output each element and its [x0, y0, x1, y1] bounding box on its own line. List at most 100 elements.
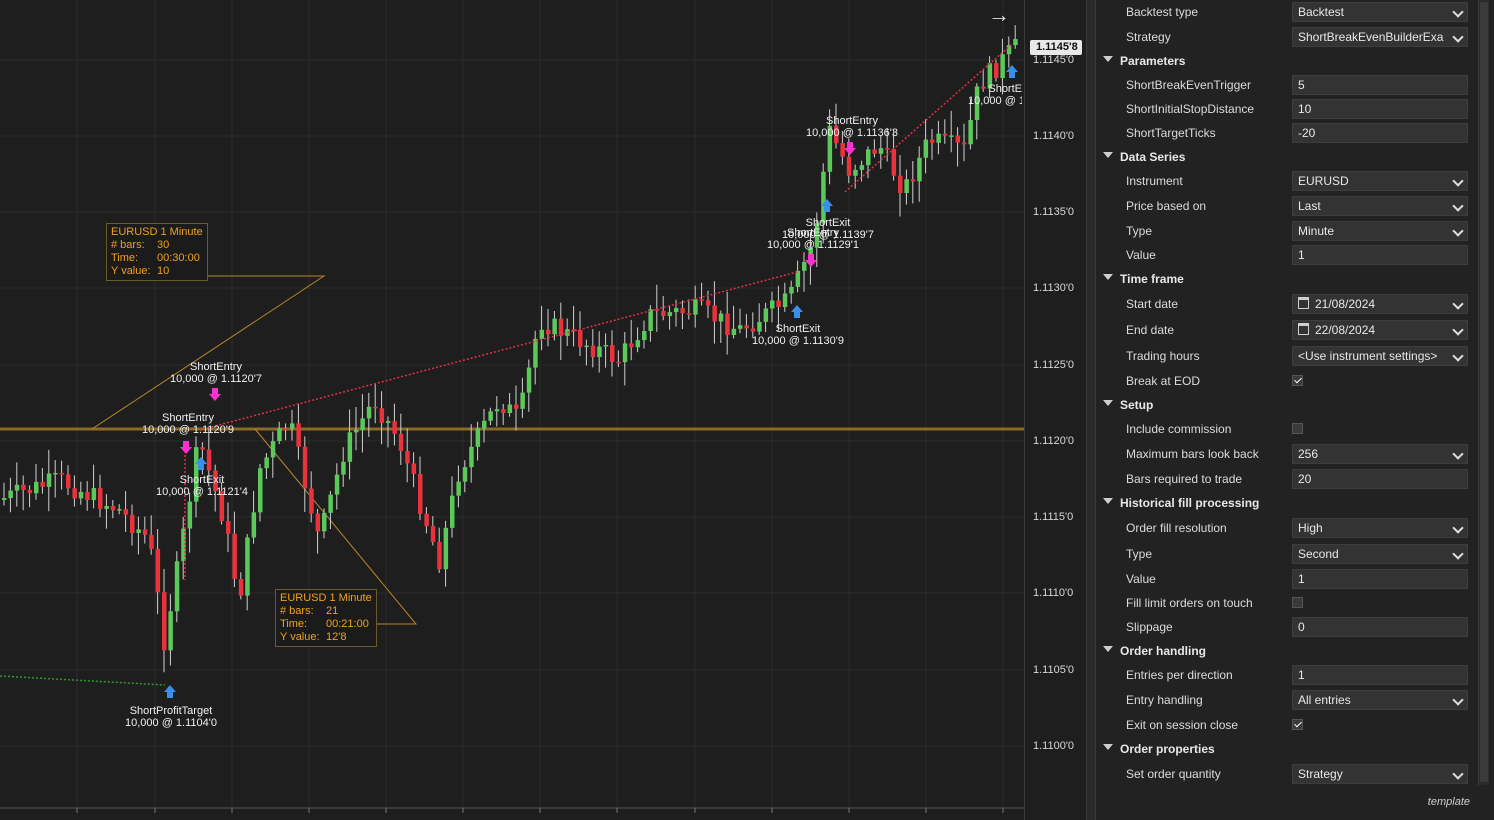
trade-marker-label: ShortExit 10,000 @ 1.1121'4 [156, 474, 248, 498]
maximum-bars-look-back-dropdown[interactable]: 256 [1292, 444, 1468, 464]
property-label: Order handling [1120, 644, 1207, 658]
shortbreakeventrigger-input[interactable]: 5 [1292, 75, 1468, 95]
chevron-down-icon[interactable] [1452, 448, 1464, 460]
candle-body [795, 270, 801, 287]
chevron-down-icon[interactable] [1103, 498, 1113, 504]
candle-body [949, 135, 954, 137]
property-label: Time frame [1120, 272, 1184, 286]
price-based-on-dropdown[interactable]: Last [1292, 196, 1468, 216]
candle-body [14, 484, 20, 491]
candle-body [859, 165, 865, 170]
chevron-down-icon[interactable] [1103, 744, 1113, 750]
property-label: Fill limit orders on touch [1126, 596, 1253, 610]
shortinitialstopdistance-input[interactable]: 10 [1292, 99, 1468, 119]
chevron-down-icon[interactable] [1452, 694, 1464, 706]
type-dropdown[interactable]: Second [1292, 544, 1468, 564]
candle-body [482, 420, 487, 429]
chevron-down-icon[interactable] [1452, 350, 1464, 362]
price-tick-label: 1.1135'0 [1033, 206, 1075, 218]
trading-hours-dropdown[interactable]: <Use instrument settings> [1292, 346, 1468, 366]
candle-body [386, 421, 391, 423]
chevron-down-icon[interactable] [1452, 31, 1464, 43]
property-value: Last [1298, 199, 1321, 213]
chevron-down-icon[interactable] [1452, 522, 1464, 534]
entry-handling-dropdown[interactable]: All entries [1292, 690, 1468, 710]
calendar-icon[interactable] [1298, 323, 1309, 335]
property-value: 0 [1298, 620, 1305, 634]
candle-body [123, 509, 129, 515]
section-order-properties[interactable]: Order properties [1096, 737, 1476, 761]
chevron-down-icon[interactable] [1452, 768, 1464, 780]
instrument-dropdown[interactable]: EURUSD [1292, 171, 1468, 191]
candle-body [552, 318, 557, 335]
candle-body [782, 293, 788, 308]
candle-body [891, 149, 897, 176]
calendar-icon[interactable] [1298, 297, 1309, 309]
section-data-series[interactable]: Data Series [1096, 145, 1476, 169]
candle-body [270, 441, 276, 458]
candle-body [59, 472, 65, 475]
arrow-right-icon[interactable]: → [988, 2, 1010, 28]
chevron-down-icon[interactable] [1103, 152, 1113, 158]
shorttargetticks-input[interactable]: -20 [1292, 123, 1468, 143]
section-order-handling[interactable]: Order handling [1096, 639, 1476, 663]
candle-body [155, 548, 161, 593]
chevron-down-icon[interactable] [1103, 400, 1113, 406]
exit-on-session-close-checkbox[interactable] [1292, 719, 1303, 730]
property-label: Set order quantity [1126, 767, 1221, 781]
include-commission-checkbox[interactable] [1292, 423, 1303, 434]
chevron-down-icon[interactable] [1452, 298, 1464, 310]
price-axis[interactable]: 1.1145'0 1.1140'0 1.1135'0 1.1130'0 1.1125'0… [1024, 0, 1087, 820]
property-value: Strategy [1298, 767, 1343, 781]
value-input[interactable]: 1 [1292, 569, 1468, 589]
scrollbar-thumb[interactable] [1480, 2, 1488, 782]
break-at-eod-checkbox[interactable] [1292, 375, 1303, 386]
candle-body [66, 474, 71, 489]
candle-body [936, 133, 941, 143]
trade-line [0, 675, 166, 686]
candle-body [872, 149, 877, 154]
order-fill-resolution-dropdown[interactable]: High [1292, 518, 1468, 538]
type-dropdown[interactable]: Minute [1292, 221, 1468, 241]
chevron-down-icon[interactable] [1452, 324, 1464, 336]
set-order-quantity-dropdown[interactable]: Strategy [1292, 764, 1468, 784]
end-date-dropdown[interactable]: 22/08/2024 [1292, 320, 1468, 340]
section-parameters[interactable]: Parameters [1096, 49, 1476, 73]
slippage-input[interactable]: 0 [1292, 617, 1468, 637]
price-chart[interactable] [0, 0, 1086, 820]
section-historical-fill-processing[interactable]: Historical fill processing [1096, 491, 1476, 515]
section-time-frame[interactable]: Time frame [1096, 267, 1476, 291]
chevron-down-icon[interactable] [1452, 6, 1464, 18]
chevron-down-icon[interactable] [1452, 548, 1464, 560]
panel-splitter[interactable] [1086, 0, 1096, 820]
start-date-dropdown[interactable]: 21/08/2024 [1292, 294, 1468, 314]
backtest-type-dropdown[interactable]: Backtest [1292, 2, 1468, 22]
entries-per-direction-input[interactable]: 1 [1292, 665, 1468, 685]
section-setup[interactable]: Setup [1096, 393, 1476, 417]
chevron-down-icon[interactable] [1452, 225, 1464, 237]
candle-body [296, 423, 301, 447]
chevron-down-icon[interactable] [1452, 200, 1464, 212]
bars-required-to-trade-input[interactable]: 20 [1292, 469, 1468, 489]
trade-marker-label: ShortEntry 10,000 @ 1.1120'9 [142, 412, 234, 436]
fill-limit-orders-on-touch-checkbox[interactable] [1292, 597, 1303, 608]
panel-scrollbar[interactable] [1478, 0, 1489, 785]
candle-body [853, 169, 858, 176]
property-label: Type [1126, 224, 1153, 238]
candle-body [174, 561, 180, 612]
chevron-down-icon[interactable] [1452, 175, 1464, 187]
property-row-shortbreakeventrigger: ShortBreakEvenTrigger 5 [1096, 73, 1476, 97]
chevron-down-icon[interactable] [1103, 646, 1113, 652]
template-link[interactable]: template [1428, 796, 1470, 808]
property-label: Trading hours [1126, 349, 1200, 363]
candle-body [738, 325, 743, 329]
value-input[interactable]: 1 [1292, 245, 1468, 265]
property-row-entry-handling: Entry handling All entries [1096, 688, 1476, 712]
strategy-dropdown[interactable]: ShortBreakEvenBuilderExa [1292, 27, 1468, 47]
candle-body [424, 513, 429, 527]
property-value: Minute [1298, 224, 1335, 238]
property-label: Slippage [1126, 620, 1173, 634]
chevron-down-icon[interactable] [1103, 56, 1113, 62]
chevron-down-icon[interactable] [1103, 274, 1113, 280]
candle-body [802, 262, 807, 271]
